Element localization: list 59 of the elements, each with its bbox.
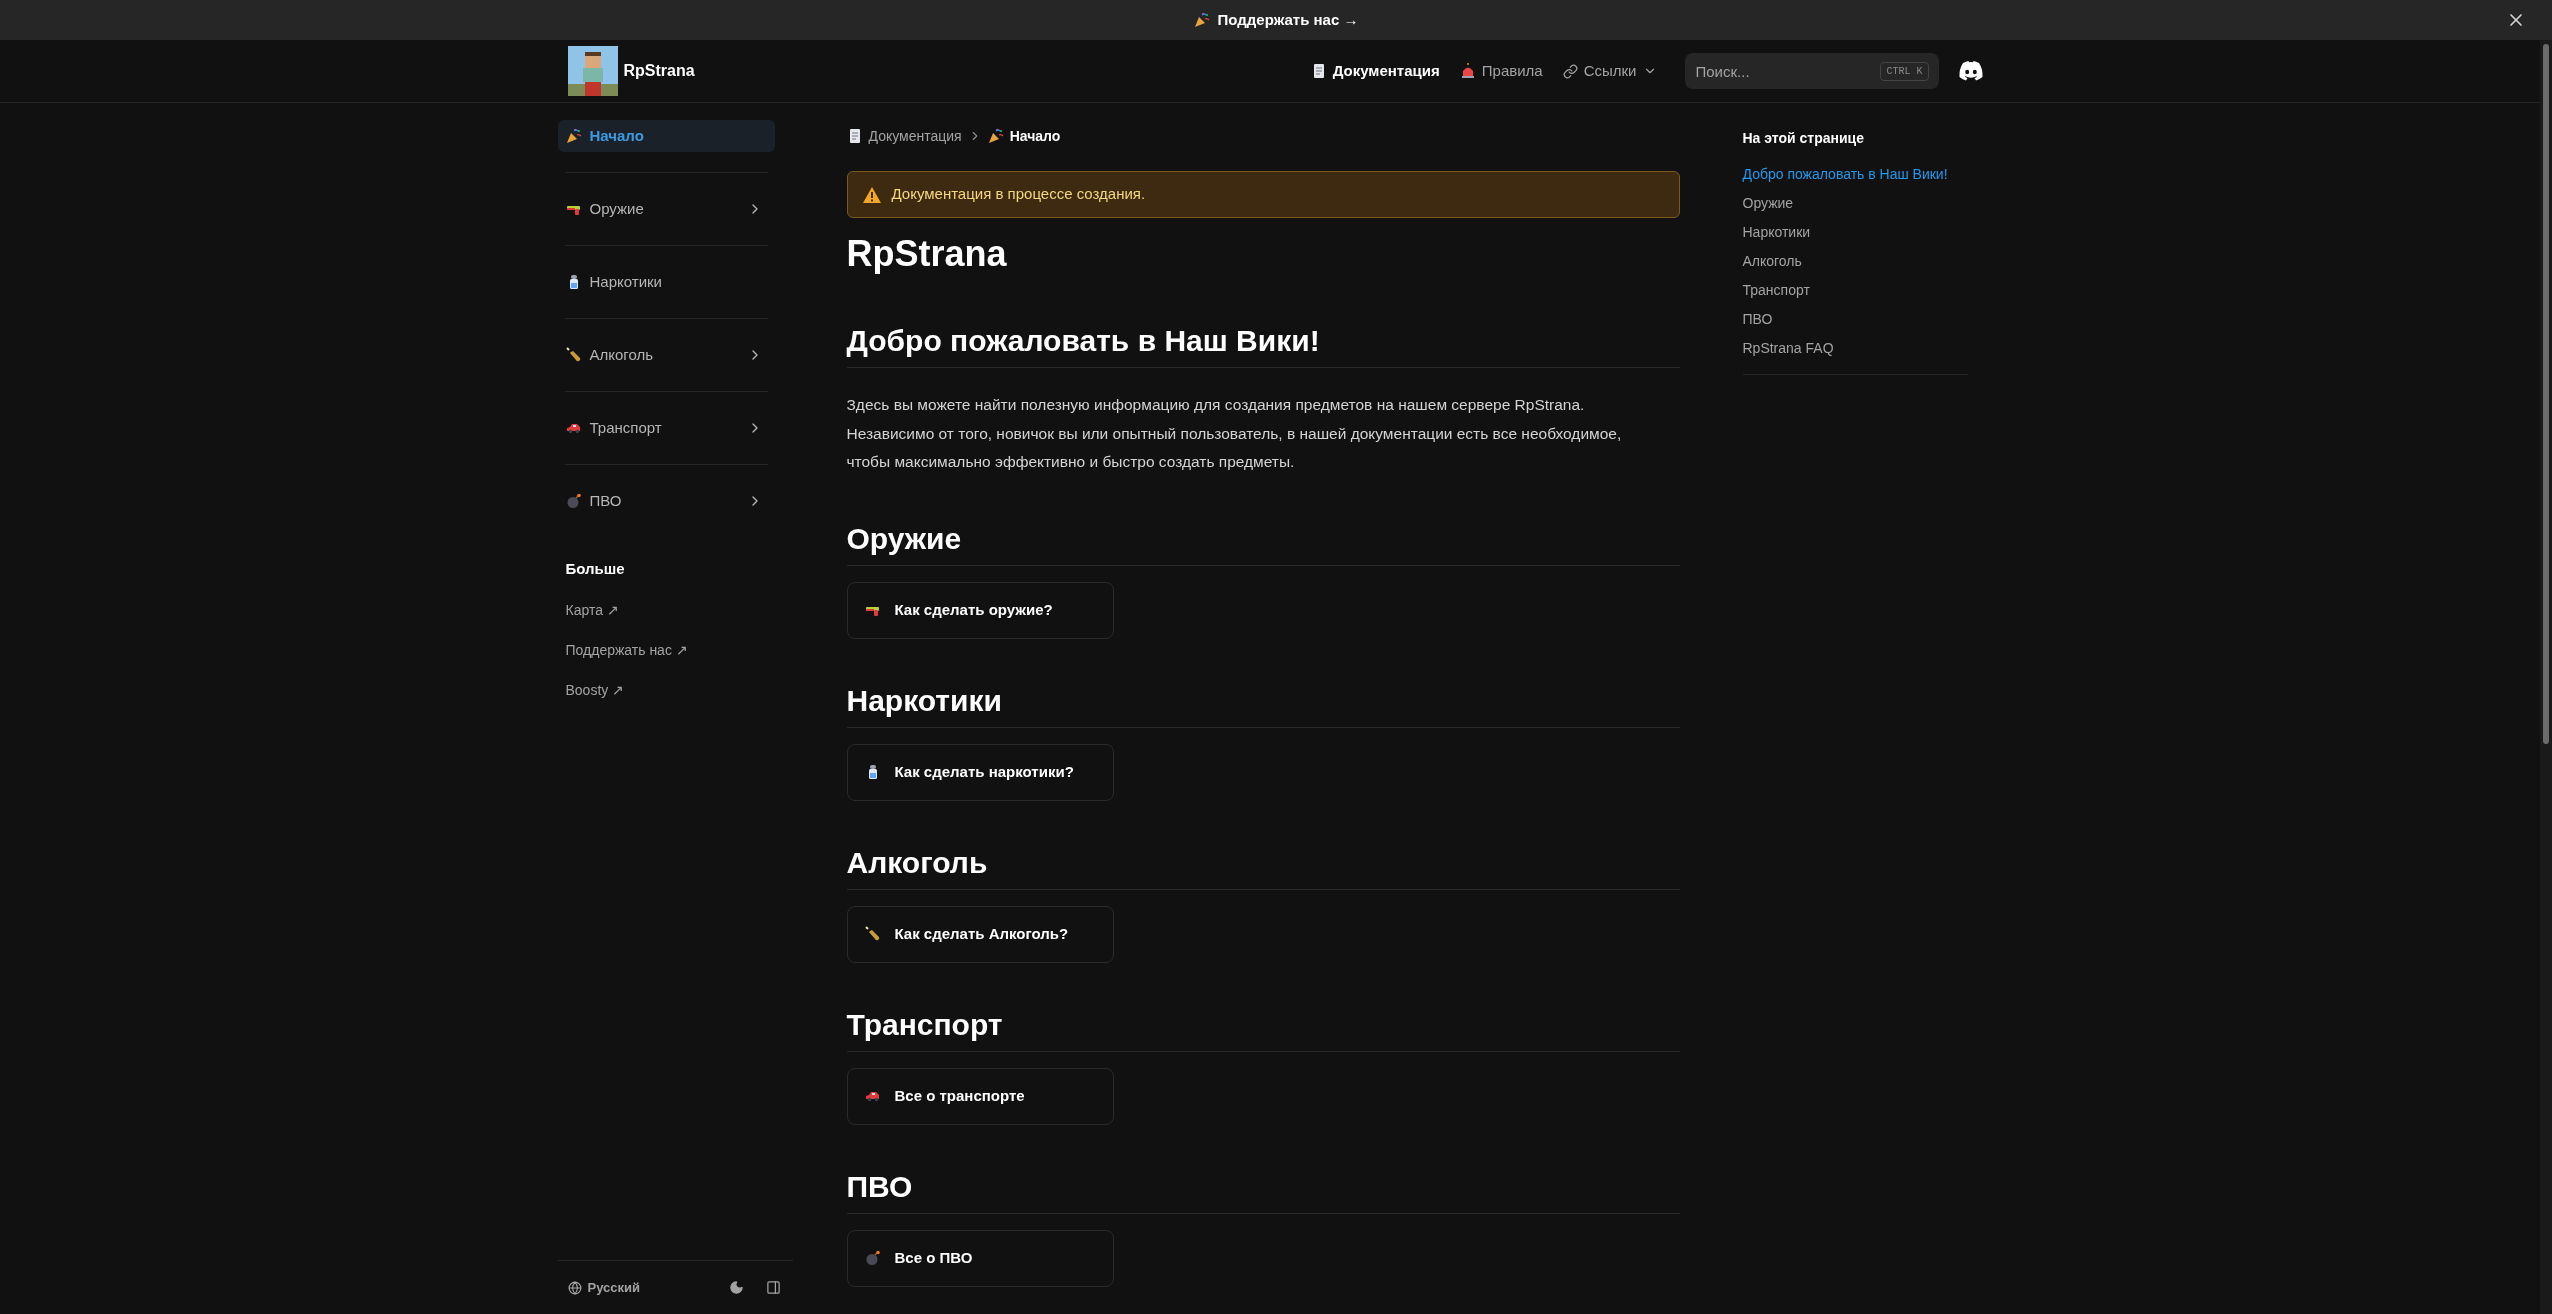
sidebar-toggle[interactable] [765, 1280, 781, 1295]
sidebar-item[interactable]: Оружие [557, 193, 775, 225]
sidebar-link[interactable]: Поддержать нас ↗ [565, 639, 688, 661]
site-name: RpStrana [623, 61, 695, 81]
intro-paragraph: Здесь вы можете найти полезную информацию для создания предметов на нашем сервере RpStrana. Независимо от того, новичок вы или опытный пользователь, в нашей документации есть все необходимое, чтобы максимально эффективно и быстро создать предметы. [846, 395, 1623, 472]
sidebar-item[interactable]: Наркотики [557, 266, 775, 298]
link-card[interactable]: Как сделать наркотики? [846, 743, 1114, 801]
siren-icon [1459, 63, 1476, 79]
section-heading: Оружие [846, 520, 963, 557]
nav-link[interactable]: Документация [1310, 59, 1440, 83]
sidebar-item[interactable]: Транспорт [557, 412, 775, 444]
section-title: Больше [565, 559, 626, 579]
toc-link[interactable]: Оружие [1742, 193, 1794, 213]
page-title: RpStrana [846, 232, 1008, 276]
section-heading: Транспорт [846, 1006, 1004, 1043]
toc-link[interactable]: Транспорт [1742, 280, 1810, 300]
sidebar-link[interactable]: Карта ↗ [565, 599, 619, 621]
language-button[interactable]: Русский [567, 1277, 641, 1298]
link-icon [1562, 63, 1578, 79]
scrollbar-thumb[interactable] [2543, 44, 2549, 744]
shortcut-hint: CTRL K [1880, 62, 1929, 81]
link-card[interactable]: Все о ПВО [846, 1229, 1114, 1287]
toc-link[interactable]: RpStrana FAQ [1742, 338, 1834, 358]
section-heading: Добро пожаловать в Наш Вики! [846, 323, 1321, 359]
callout-text: Документация в процессе создания. [891, 184, 1146, 205]
logo-icon [567, 46, 618, 96]
toc-link[interactable]: Наркотики [1742, 222, 1811, 242]
toc-link[interactable]: Добро пожаловать в Наш Вики! [1742, 164, 1948, 184]
bomb-icon [864, 1250, 881, 1266]
sidebar-item[interactable]: ПВО [557, 485, 775, 517]
link-card[interactable]: Как сделать Алкоголь? [846, 905, 1114, 963]
nav-link[interactable]: Правила [1459, 59, 1543, 83]
party-popper-icon [987, 128, 1004, 144]
support-link[interactable]: Поддержать нас → [1193, 8, 1359, 32]
party-popper-icon [1193, 12, 1210, 28]
nav-link[interactable]: Ссылки [1562, 59, 1657, 83]
bottle-icon [864, 926, 881, 942]
toc-link[interactable]: Алкоголь [1742, 251, 1802, 271]
sidebar-item[interactable]: Начало [557, 120, 775, 152]
warning-icon [861, 185, 882, 204]
breadcrumb-link[interactable]: Начало [987, 125, 1061, 147]
theme-toggle[interactable] [728, 1280, 744, 1295]
discord-icon[interactable] [1958, 61, 1983, 81]
section-heading: Алкоголь [846, 844, 989, 881]
toc-link[interactable]: ПВО [1742, 309, 1773, 329]
site-logo[interactable]: RpStrana [567, 46, 695, 96]
globe-icon [567, 1280, 582, 1295]
bottle-icon [565, 347, 582, 363]
sidebar-item[interactable]: Алкоголь [557, 339, 775, 371]
breadcrumb-link[interactable]: Документация [846, 125, 962, 147]
scrollbar[interactable] [2540, 40, 2552, 1314]
link-card[interactable]: Как сделать оружие? [846, 581, 1114, 639]
section-heading: ПВО [846, 1168, 914, 1205]
party-popper-icon [565, 128, 582, 144]
link-card[interactable]: Все о транспорте [846, 1067, 1114, 1125]
sidebar-link[interactable]: Boosty ↗ [565, 679, 625, 701]
bomb-icon [565, 493, 582, 509]
toc-title: На этой странице [1742, 128, 1865, 148]
section-heading: Наркотики [846, 682, 1003, 719]
